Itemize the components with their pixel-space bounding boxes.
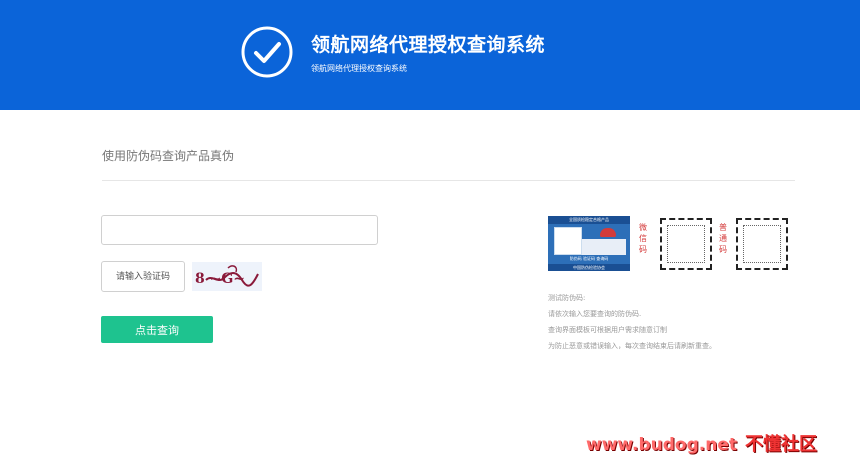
instructions: 测试防伪码: 请依次输入您要查询的防伪码. 查询界面模板可根据用户需求随意订制 … xyxy=(548,290,716,354)
query-button[interactable]: 点击查询 xyxy=(101,316,213,343)
wechat-code-label: 微信码 xyxy=(639,223,647,254)
anti-counterfeit-code-input[interactable] xyxy=(101,215,378,245)
normal-code-label: 普通码 xyxy=(719,223,727,254)
header-banner: 领航网络代理授权查询系统 领航网络代理授权查询系统 xyxy=(0,0,860,110)
label-logo-icon xyxy=(600,228,616,237)
mini-qr-icon xyxy=(554,227,582,255)
app-subtitle: 领航网络代理授权查询系统 xyxy=(311,64,407,73)
check-circle-icon xyxy=(241,26,293,78)
app-title: 领航网络代理授权查询系统 xyxy=(311,34,546,56)
notes-line: 为防止恶意或错误输入，每次查询结束后请刷新重查。 xyxy=(548,342,716,350)
normal-qr-code-icon xyxy=(736,218,788,270)
label-bottom-text: 中国防伪检验协会 xyxy=(548,264,630,271)
section-title: 使用防伪码查询产品真伪 xyxy=(102,149,235,163)
watermark-brand: 不懂社区 xyxy=(745,434,817,455)
watermark-domain: www.budog.net xyxy=(586,435,737,455)
notes-heading: 测试防伪码: xyxy=(548,294,586,302)
watermark: www.budog.net 不懂社区 xyxy=(586,430,817,456)
captcha-text: 8 ~G~ xyxy=(195,271,245,287)
anti-counterfeit-label-sample: 全国质检稳定合格产品 防伪码 验证码 查询码 中国防伪检验协会 xyxy=(548,216,630,271)
label-top-text: 全国质检稳定合格产品 xyxy=(548,216,630,224)
divider xyxy=(102,180,795,181)
wechat-qr-code-icon xyxy=(660,218,712,270)
notes-line: 请依次输入您要查询的防伪码. xyxy=(548,310,642,318)
captcha-image[interactable]: 8 ~G~ xyxy=(192,262,262,291)
label-mid-text: 防伪码 验证码 查询码 xyxy=(569,256,609,261)
label-info-box xyxy=(582,239,626,255)
notes-line: 查询界面模板可根据用户需求随意订制 xyxy=(548,326,667,334)
captcha-input[interactable] xyxy=(101,261,185,292)
